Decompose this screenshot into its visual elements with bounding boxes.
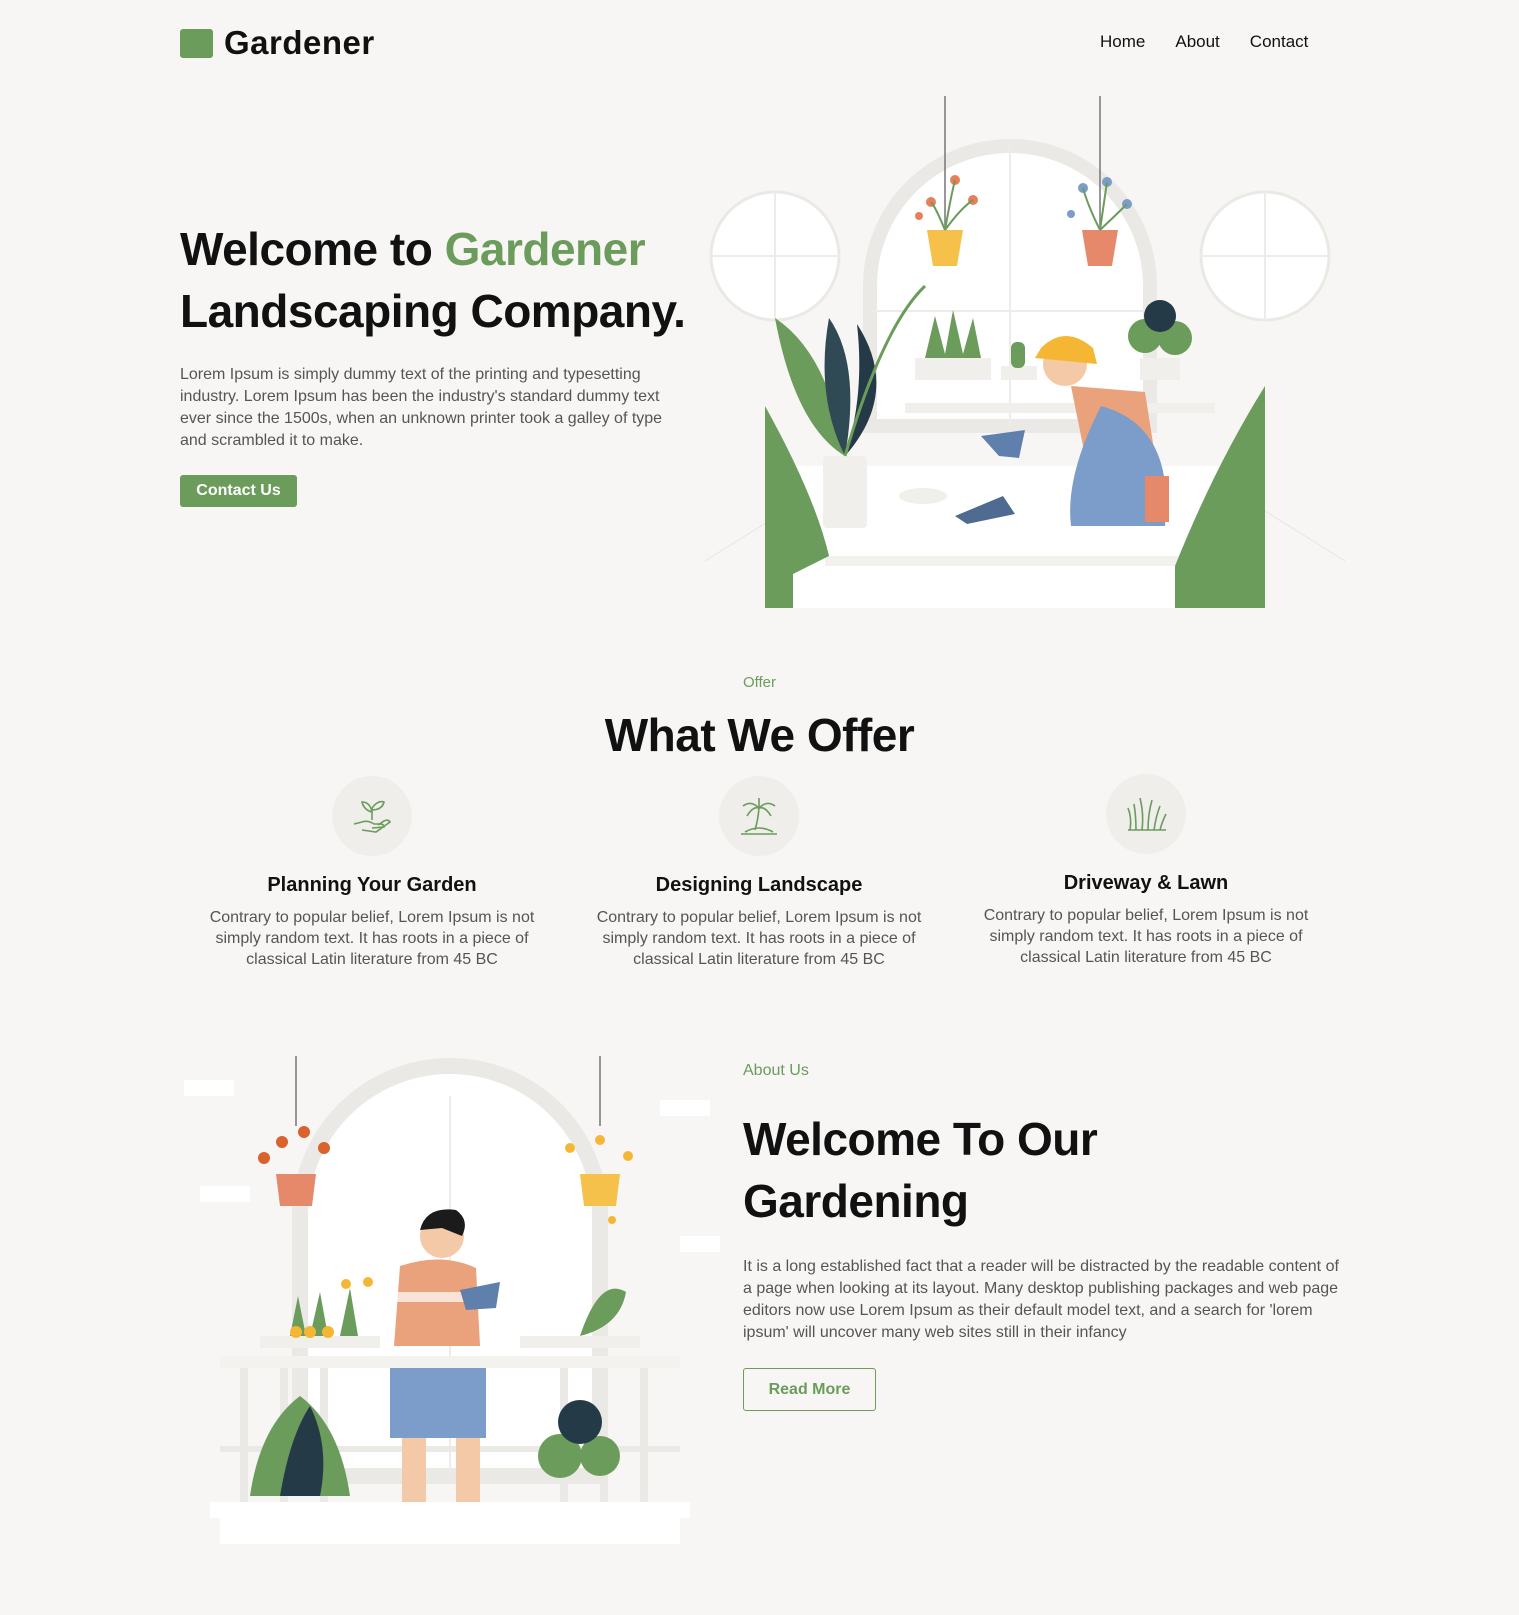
offer-card-text: Contrary to popular belief, Lorem Ipsum …: [983, 907, 1309, 966]
hero-title-line2: Landscaping Company.: [180, 285, 686, 337]
nav-about-link[interactable]: About: [1175, 32, 1219, 52]
offer-card-designing: Designing Landscape Contrary to popular …: [579, 776, 939, 970]
hero-illustration: [705, 96, 1345, 608]
read-more-button[interactable]: Read More: [743, 1368, 876, 1411]
hero-title-accent: Gardener: [444, 223, 646, 275]
offer-card-title: Planning Your Garden: [267, 874, 477, 896]
logo[interactable]: Gardener: [180, 24, 375, 62]
hero-description: Lorem Ipsum is simply dummy text of the …: [180, 366, 663, 449]
about-kicker: About Us: [743, 1062, 809, 1079]
offer-card-text: Contrary to popular belief, Lorem Ipsum …: [209, 909, 535, 968]
grass-icon: [1106, 774, 1186, 854]
offer-title: What We Offer: [604, 709, 915, 761]
contact-us-button[interactable]: Contact Us: [180, 475, 297, 507]
about-description: It is a long established fact that a rea…: [743, 1258, 1339, 1341]
hero-title-prefix: Welcome to: [180, 223, 445, 275]
offer-card-text: Contrary to popular belief, Lorem Ipsum …: [596, 909, 922, 968]
logo-text: Gardener: [224, 24, 375, 61]
offer-kicker: Offer: [742, 674, 777, 691]
about-illustration: [184, 1056, 720, 1544]
nav-home-link[interactable]: Home: [1100, 32, 1145, 52]
about-title: Welcome To Our Gardening: [743, 1113, 1098, 1227]
hero-title: Welcome to Gardener Landscaping Company.: [180, 218, 700, 342]
palm-tree-icon: [719, 776, 799, 856]
offer-card-title: Designing Landscape: [655, 874, 863, 896]
offer-card-title: Driveway & Lawn: [1063, 872, 1229, 894]
main-nav: Home About Contact: [1100, 32, 1308, 52]
logo-mark-icon: [180, 28, 213, 58]
offer-card-planning: Planning Your Garden Contrary to popular…: [192, 776, 552, 970]
nav-contact-link[interactable]: Contact: [1250, 32, 1309, 52]
hand-sprout-icon: [332, 776, 412, 856]
offer-card-driveway: Driveway & Lawn Contrary to popular beli…: [966, 774, 1326, 968]
